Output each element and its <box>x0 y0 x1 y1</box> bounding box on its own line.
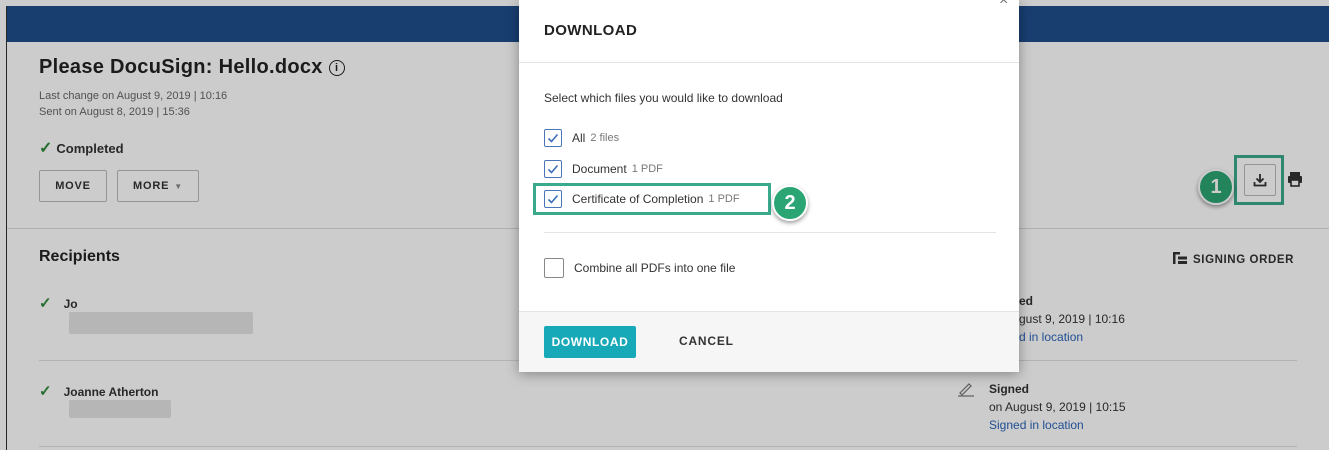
dialog-divider <box>544 232 996 233</box>
download-button-label: DOWNLOAD <box>551 335 629 349</box>
dialog-footer: DOWNLOAD CANCEL <box>519 311 1019 372</box>
checkbox-document[interactable] <box>544 160 562 178</box>
cancel-button-label: CANCEL <box>679 334 734 348</box>
option-all-sub: 2 files <box>590 132 620 144</box>
option-document[interactable]: Document 1 PDF <box>544 160 663 178</box>
cancel-button[interactable]: CANCEL <box>679 334 734 348</box>
close-icon[interactable]: × <box>999 0 1008 10</box>
option-document-sub: 1 PDF <box>631 163 663 175</box>
checkbox-combine[interactable] <box>544 258 564 278</box>
option-combine[interactable]: Combine all PDFs into one file <box>544 258 735 278</box>
checkmark-icon <box>547 164 559 174</box>
annotation-badge-2: 2 <box>772 185 808 221</box>
dialog-title: DOWNLOAD <box>544 22 638 39</box>
checkbox-all[interactable] <box>544 129 562 147</box>
option-combine-label: Combine all PDFs into one file <box>574 261 736 275</box>
option-all[interactable]: All 2 files <box>544 129 619 147</box>
option-all-label: All <box>572 131 586 145</box>
dialog-prompt: Select which files you would like to dow… <box>544 91 783 105</box>
dialog-divider <box>519 62 1019 63</box>
download-dialog: × DOWNLOAD Select which files you would … <box>519 0 1019 372</box>
checkmark-icon <box>547 133 559 143</box>
certificate-highlight-box <box>533 183 771 215</box>
option-document-label: Document <box>572 162 627 176</box>
download-button-primary[interactable]: DOWNLOAD <box>544 326 636 358</box>
